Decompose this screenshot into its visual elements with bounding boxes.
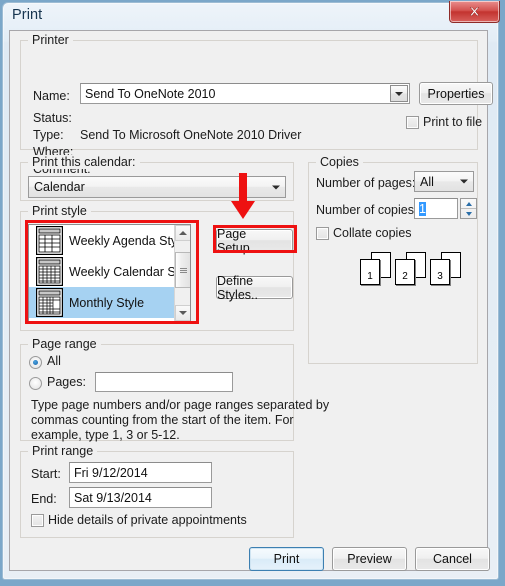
copies-group-legend: Copies (316, 155, 363, 169)
print-this-calendar-legend: Print this calendar: (28, 155, 140, 169)
monthly-style-icon (29, 288, 69, 317)
scrollbar-thumb[interactable] (175, 252, 190, 288)
printer-group-legend: Printer (28, 33, 73, 47)
print-this-calendar-combobox[interactable]: Calendar (28, 176, 286, 198)
agenda-style-icon (29, 226, 69, 255)
preview-button-label: Preview (347, 552, 392, 566)
page-range-hint-line-2: commas counting from the start of the it… (31, 413, 294, 427)
print-range-start-label: Start: (31, 467, 61, 481)
chevron-down-icon (395, 91, 403, 96)
collate-copies-label: Collate copies (333, 226, 412, 240)
collate-preview-page-2: 2 2 (395, 252, 429, 286)
page-range-pages-radio[interactable] (29, 377, 42, 390)
page-range-pages-input[interactable] (95, 372, 233, 392)
number-of-pages-value: All (420, 174, 434, 189)
printer-type-label: Type: (33, 128, 64, 142)
define-styles-button[interactable]: Define Styles.. (216, 273, 293, 302)
window-title: Print (12, 7, 43, 23)
preview-button[interactable]: Preview (332, 547, 407, 571)
print-range-start-value: Fri 9/12/2014 (74, 465, 148, 480)
hide-private-appointments-label: Hide details of private appointments (48, 513, 247, 527)
page-sheet-front: 3 (430, 259, 450, 285)
list-item[interactable]: Weekly Agenda Sty (29, 225, 190, 256)
cancel-button-label: Cancel (433, 552, 472, 566)
printer-type-value: Send To Microsoft OneNote 2010 Driver (80, 128, 302, 142)
collate-copies-checkbox[interactable] (316, 227, 329, 240)
cancel-button[interactable]: Cancel (415, 547, 490, 571)
page-range-legend: Page range (28, 337, 101, 351)
weekly-calendar-style-icon (29, 257, 69, 286)
page-setup-button[interactable]: Page Setup... (216, 226, 293, 255)
hide-private-appointments-checkbox[interactable] (31, 514, 44, 527)
dialog-client-area: Printer Name: Send To OneNote 2010 Prope… (9, 30, 493, 571)
number-of-copies-value: 1 (419, 201, 426, 216)
page-range-all-radio[interactable] (29, 356, 42, 369)
list-item-label: Weekly Agenda Sty (69, 233, 178, 248)
print-this-calendar-value: Calendar (34, 180, 85, 194)
print-button-label: Print (273, 552, 300, 566)
stepper-down-icon[interactable] (461, 209, 476, 218)
printer-name-input[interactable]: Send To OneNote 2010 (80, 83, 410, 104)
printer-name-value: Send To OneNote 2010 (85, 86, 216, 101)
printer-name-dropdown-button[interactable] (390, 85, 408, 102)
printer-status-label: Status: (33, 111, 72, 125)
print-style-listbox[interactable]: Weekly Agenda Sty Weekly Calendar St Mon… (28, 224, 191, 322)
print-button[interactable]: Print (249, 547, 324, 571)
page-range-hint-line-1: Type page numbers and/or page ranges sep… (31, 398, 330, 412)
print-range-end-input[interactable]: Sat 9/13/2014 (69, 487, 212, 508)
scroll-down-icon[interactable] (175, 305, 190, 321)
page-range-all-label: All (47, 354, 61, 368)
page-sheet-front: 1 (360, 259, 380, 285)
list-item-label: Weekly Calendar St (69, 264, 180, 279)
page-number: 1 (367, 271, 373, 282)
close-icon[interactable] (449, 1, 500, 23)
print-range-start-input[interactable]: Fri 9/12/2014 (69, 462, 212, 483)
printer-name-label: Name: (33, 89, 70, 103)
page-number: 2 (402, 271, 408, 282)
number-of-copies-label: Number of copies: (316, 203, 418, 217)
properties-button[interactable]: Properties (419, 82, 493, 105)
collate-preview-page-3: 3 3 (430, 252, 464, 286)
define-styles-button-label: Define Styles.. (217, 273, 258, 302)
page-sheet-front: 2 (395, 259, 415, 285)
page-range-pages-label: Pages: (47, 375, 86, 389)
print-range-legend: Print range (28, 444, 98, 458)
print-to-file-label: Print to file (423, 115, 483, 129)
number-of-pages-combobox[interactable]: All (414, 171, 474, 192)
print-range-end-label: End: (31, 492, 57, 506)
number-of-copies-input[interactable]: 1 (414, 198, 458, 219)
scroll-up-icon[interactable] (175, 225, 190, 241)
chevron-down-icon (457, 175, 470, 188)
page-range-hint-line-3: example, type 1, 3 or 5-12. (31, 428, 180, 442)
collate-preview-page-1: 1 1 (360, 252, 394, 286)
page-number: 3 (437, 271, 443, 282)
stepper-up-icon[interactable] (461, 199, 476, 209)
list-item[interactable]: Weekly Calendar St (29, 256, 190, 287)
number-of-pages-label: Number of pages: (316, 176, 416, 190)
page-setup-button-label: Page Setup... (217, 226, 261, 255)
chevron-down-icon (269, 181, 282, 194)
properties-button-label: Properties (427, 86, 485, 101)
list-item[interactable]: Monthly Style (29, 287, 190, 318)
print-to-file-checkbox[interactable] (406, 116, 419, 129)
print-dialog-window: Print Printer Name: Send To OneNote 2010… (0, 0, 505, 586)
list-item-label: Monthly Style (69, 295, 145, 310)
grip-icon (179, 267, 187, 274)
print-range-end-value: Sat 9/13/2014 (74, 490, 152, 505)
print-style-legend: Print style (28, 204, 91, 218)
print-style-scrollbar[interactable] (174, 225, 190, 321)
number-of-copies-stepper[interactable] (460, 198, 477, 219)
